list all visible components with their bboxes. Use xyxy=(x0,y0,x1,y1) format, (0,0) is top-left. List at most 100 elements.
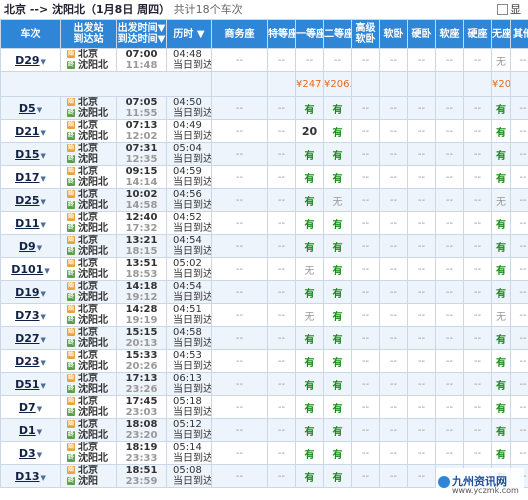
train-number-link[interactable]: D1 xyxy=(19,424,36,437)
seat-availability: -- xyxy=(361,54,370,66)
stations-cell: 始北京终沈阳北 xyxy=(60,48,117,72)
expand-stops-icon[interactable]: ▼ xyxy=(37,106,42,114)
times-cell: 15:15 20:13 xyxy=(116,326,167,350)
col-soft-seat: 软座 xyxy=(435,19,464,49)
train-number-link[interactable]: D101 xyxy=(11,263,43,276)
expand-stops-icon[interactable]: ▼ xyxy=(41,58,46,66)
train-number-link[interactable]: D7 xyxy=(19,401,36,414)
seat-cell: -- xyxy=(435,48,464,72)
train-number-cell[interactable]: D1▼ xyxy=(0,418,61,442)
seat-cell: -- xyxy=(510,303,528,327)
departure-time: 13:21 xyxy=(125,235,158,247)
expand-stops-icon[interactable]: ▼ xyxy=(41,175,46,183)
train-number-cell[interactable]: D3▼ xyxy=(0,441,61,465)
expand-stops-icon[interactable]: ▼ xyxy=(41,359,46,367)
seat-cell: -- xyxy=(267,48,296,72)
departure-time: 15:33 xyxy=(125,350,158,362)
seat-availability: -- xyxy=(417,217,426,229)
seat-availability: -- xyxy=(417,286,426,298)
seat-cell: 有 xyxy=(323,96,352,120)
seat-cell: -- xyxy=(510,142,528,166)
departure-station-name: 北京 xyxy=(78,235,98,247)
arrival-station: 终沈阳北 xyxy=(67,430,116,441)
expand-stops-icon[interactable]: ▼ xyxy=(41,336,46,344)
seat-availability: -- xyxy=(473,125,482,137)
train-number-cell[interactable]: D23▼ xyxy=(0,349,61,373)
expand-stops-icon[interactable]: ▼ xyxy=(37,244,42,252)
col-train[interactable]: 车次 xyxy=(0,19,61,49)
seat-cell: -- xyxy=(435,418,464,442)
train-number-cell[interactable]: D25▼ xyxy=(0,188,61,212)
expand-stops-icon[interactable]: ▼ xyxy=(41,198,46,206)
arrival-station-name: 沈阳 xyxy=(78,476,98,487)
seat-availability: -- xyxy=(361,217,370,229)
seat-cell: -- xyxy=(510,418,528,442)
expand-stops-icon[interactable]: ▼ xyxy=(37,405,42,413)
col-times[interactable]: 出发时间▼ 到达时间▼ xyxy=(116,19,167,49)
seat-availability: -- xyxy=(361,470,370,482)
train-number-link[interactable]: D13 xyxy=(15,470,39,483)
train-number-cell[interactable]: D7▼ xyxy=(0,395,61,419)
train-number-link[interactable]: D17 xyxy=(15,171,39,184)
col-second: 二等座 xyxy=(323,19,352,49)
col-arrival-time[interactable]: 到达时间▼ xyxy=(118,34,166,45)
start-station-icon: 始 xyxy=(67,466,75,474)
train-number-cell[interactable]: D5▼ xyxy=(0,96,61,120)
expand-stops-icon[interactable]: ▼ xyxy=(41,129,46,137)
seat-availability: 有 xyxy=(332,380,343,392)
train-number-cell[interactable]: D73▼ xyxy=(0,303,61,327)
seat-availability: -- xyxy=(361,102,370,114)
seat-availability: -- xyxy=(235,54,244,66)
train-number-cell[interactable]: D27▼ xyxy=(0,326,61,350)
train-number-link[interactable]: D11 xyxy=(15,217,39,230)
train-number-cell[interactable]: D29▼ xyxy=(0,48,61,72)
stations-cell: 始北京终沈阳北 xyxy=(60,326,117,350)
train-number-cell[interactable]: D13▼ xyxy=(0,464,61,488)
end-station-icon: 终 xyxy=(67,408,75,416)
expand-stops-icon[interactable]: ▼ xyxy=(37,451,42,459)
seat-availability: -- xyxy=(235,125,244,137)
seat-availability: -- xyxy=(417,424,426,436)
col-duration[interactable]: 历时 ▼ xyxy=(166,19,212,49)
col-hard-seat: 硬座 xyxy=(463,19,492,49)
expand-stops-icon[interactable]: ▼ xyxy=(44,267,49,275)
arrival-note: 当日到达 xyxy=(173,108,212,119)
train-number-cell[interactable]: D101▼ xyxy=(0,257,61,281)
duration-cell: 04:56 当日到达 xyxy=(166,188,212,212)
seat-cell: -- xyxy=(407,326,436,350)
train-number-cell[interactable]: D15▼ xyxy=(0,142,61,166)
train-number-link[interactable]: D3 xyxy=(19,447,36,460)
train-number-link[interactable]: D29 xyxy=(15,54,39,67)
train-number-cell[interactable]: D21▼ xyxy=(0,119,61,143)
duration-cell: 05:04 当日到达 xyxy=(166,142,212,166)
train-number-cell[interactable]: D11▼ xyxy=(0,211,61,235)
train-number-link[interactable]: D23 xyxy=(15,355,39,368)
expand-stops-icon[interactable]: ▼ xyxy=(41,474,46,482)
expand-stops-icon[interactable]: ▼ xyxy=(41,313,46,321)
seat-cell: 有 xyxy=(323,211,352,235)
expand-stops-icon[interactable]: ▼ xyxy=(41,221,46,229)
train-number-link[interactable]: D19 xyxy=(15,286,39,299)
train-number-link[interactable]: D15 xyxy=(15,148,39,161)
seat-availability: -- xyxy=(389,171,398,183)
train-number-cell[interactable]: D19▼ xyxy=(0,280,61,304)
train-number-link[interactable]: D25 xyxy=(15,194,39,207)
show-checkbox[interactable] xyxy=(497,4,508,15)
train-number-link[interactable]: D21 xyxy=(15,125,39,138)
train-number-link[interactable]: D73 xyxy=(15,309,39,322)
train-number-link[interactable]: D5 xyxy=(19,102,36,115)
expand-stops-icon[interactable]: ▼ xyxy=(41,290,46,298)
train-number-link[interactable]: D51 xyxy=(15,378,39,391)
train-number-link[interactable]: D27 xyxy=(15,332,39,345)
expand-stops-icon[interactable]: ▼ xyxy=(41,152,46,160)
train-number-cell[interactable]: D17▼ xyxy=(0,165,61,189)
seat-cell: ¥206.0 xyxy=(491,71,511,97)
col-departure-time[interactable]: 出发时间▼ xyxy=(118,23,166,34)
departure-station-name: 北京 xyxy=(78,465,98,477)
expand-stops-icon[interactable]: ▼ xyxy=(37,428,42,436)
train-number-cell[interactable]: D51▼ xyxy=(0,372,61,396)
train-number-cell[interactable]: D9▼ xyxy=(0,234,61,258)
expand-stops-icon[interactable]: ▼ xyxy=(41,382,46,390)
train-number-link[interactable]: D9 xyxy=(19,240,36,253)
seat-availability: -- xyxy=(473,424,482,436)
